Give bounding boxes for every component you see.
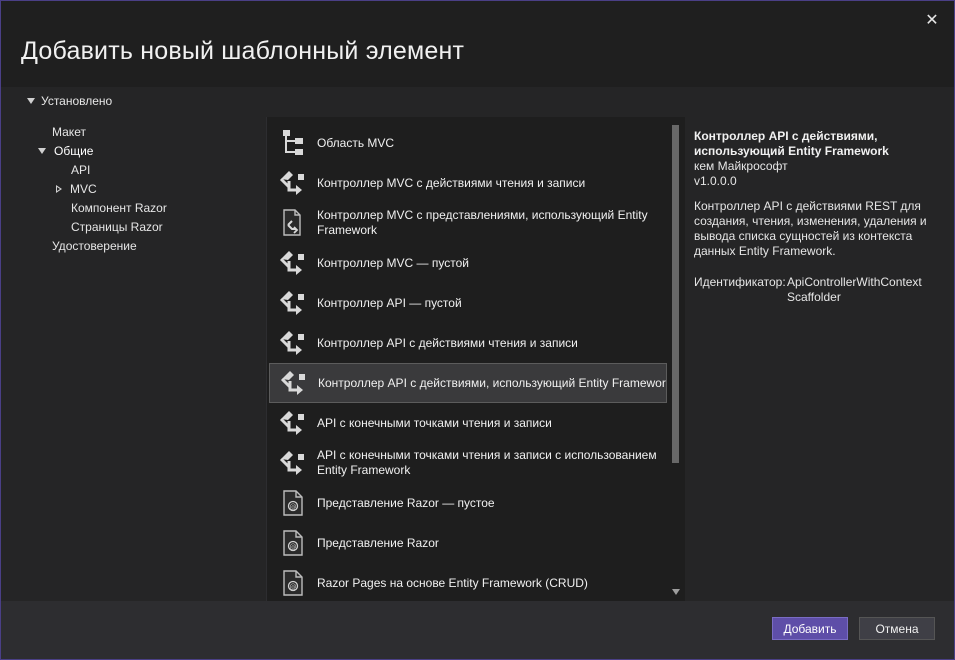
template-item[interactable]: Контроллер MVC с действиями чтения и зап… xyxy=(269,163,667,203)
controller-icon xyxy=(269,243,317,283)
controller-icon xyxy=(269,283,317,323)
template-item-label: Представление Razor — пустое xyxy=(317,495,495,510)
tree-item[interactable]: Общие xyxy=(38,142,93,160)
svg-text:@: @ xyxy=(290,503,297,511)
template-item-label: Контроллер API с действиями, использующи… xyxy=(318,375,666,390)
tree-item-label: Страницы Razor xyxy=(71,220,163,234)
template-list: Область MVC Контроллер MVC с действиями ч… xyxy=(266,117,685,601)
tree-item[interactable]: Макет xyxy=(52,123,86,141)
identifier-value: ApiControllerWithContext Scaffolder xyxy=(787,275,922,304)
template-item[interactable]: Область MVC xyxy=(269,123,667,163)
template-item-label: Контроллер MVC с представлениями, исполь… xyxy=(317,208,648,237)
template-item-label: Razor Pages на основе Entity Framework (… xyxy=(317,575,588,590)
details-description: Контроллер API с действиями REST для соз… xyxy=(694,199,927,258)
template-item-label: Область MVC xyxy=(317,135,395,150)
tree-item-label: Компонент Razor xyxy=(71,201,167,215)
tree-item[interactable]: MVC xyxy=(56,180,97,198)
controller-icon xyxy=(269,163,317,203)
template-item[interactable]: @ Представление Razor xyxy=(269,523,667,563)
template-item[interactable]: API с конечными точками чтения и записи … xyxy=(269,443,667,483)
controller-icon xyxy=(269,403,317,443)
folder-tree-icon xyxy=(269,123,317,163)
template-item-label: Представление Razor xyxy=(317,535,439,550)
dialog-footer: Добавить Отмена xyxy=(1,601,954,659)
template-item[interactable]: Контроллер MVC — пустой xyxy=(269,243,667,283)
template-details: Контроллер API с действиями, использующи… xyxy=(685,117,954,601)
tree-item-label: Общие xyxy=(54,144,94,158)
controller-icon xyxy=(269,443,317,483)
controller-icon xyxy=(270,363,318,403)
svg-text:@: @ xyxy=(290,543,297,551)
template-item[interactable]: Контроллер MVC с представлениями, исполь… xyxy=(269,203,667,243)
template-item[interactable]: @ Представление Razor — пустое xyxy=(269,483,667,523)
add-scaffold-dialog: ✕ Добавить новый шаблонный элемент Устан… xyxy=(0,0,955,660)
tree-item-label: API xyxy=(71,163,91,177)
tree-item[interactable]: Удостоверение xyxy=(52,237,137,255)
tree-item-label: Макет xyxy=(52,125,86,139)
tree-item[interactable]: Компонент Razor xyxy=(71,199,167,217)
identifier-label: Идентификатор: xyxy=(694,275,786,289)
tree-root-label: Установлено xyxy=(41,94,113,108)
tree-item[interactable]: Страницы Razor xyxy=(71,218,163,236)
details-author: кем Майкрософт xyxy=(694,159,788,173)
template-item-label: Контроллер MVC — пустой xyxy=(317,255,469,270)
expand-right-icon[interactable] xyxy=(56,185,62,193)
svg-text:@: @ xyxy=(290,583,297,591)
razor-file-icon: @ xyxy=(269,483,317,523)
details-identifier: Идентификатор: ApiControllerWithContext … xyxy=(694,275,946,305)
add-button[interactable]: Добавить xyxy=(772,617,848,640)
template-item[interactable]: API с конечными точками чтения и записи xyxy=(269,403,667,443)
tree-item-label: Удостоверение xyxy=(52,239,137,253)
installed-header xyxy=(1,87,954,117)
details-version: v1.0.0.0 xyxy=(694,174,737,188)
close-icon[interactable]: ✕ xyxy=(922,11,942,31)
template-item-label: Контроллер API — пустой xyxy=(317,295,462,310)
template-list-scrollbar[interactable] xyxy=(667,117,684,601)
template-item-label: Контроллер MVC с действиями чтения и зап… xyxy=(317,175,586,190)
details-title: Контроллер API с действиями, использующи… xyxy=(694,129,889,158)
template-item[interactable]: Контроллер API — пустой xyxy=(269,283,667,323)
controller-views-icon xyxy=(269,203,317,243)
expand-down-icon[interactable] xyxy=(38,148,46,154)
template-item[interactable]: Контроллер API с действиями чтения и зап… xyxy=(269,323,667,363)
razor-file-icon: @ xyxy=(269,523,317,563)
razor-file-icon: @ xyxy=(269,563,317,603)
controller-icon xyxy=(269,323,317,363)
category-tree: Макет Общие API MVC Компонент Razor Страницы … xyxy=(1,117,266,601)
tree-root-installed[interactable]: Установлено xyxy=(27,94,112,108)
scroll-thumb[interactable] xyxy=(672,125,679,463)
dialog-title: Добавить новый шаблонный элемент xyxy=(21,37,465,65)
cancel-button[interactable]: Отмена xyxy=(859,617,935,640)
template-item-label: Контроллер API с действиями чтения и зап… xyxy=(317,335,578,350)
template-item[interactable]: @ Razor Pages на основе Entity Framework … xyxy=(269,563,667,603)
scroll-down-icon[interactable] xyxy=(672,589,680,595)
tree-item[interactable]: API xyxy=(71,161,90,179)
expand-down-icon[interactable] xyxy=(27,98,35,104)
template-item[interactable]: Контроллер API с действиями, использующи… xyxy=(269,363,667,403)
tree-item-label: MVC xyxy=(70,182,97,196)
template-item-label: API с конечными точками чтения и записи … xyxy=(317,448,657,477)
template-item-label: API с конечными точками чтения и записи xyxy=(317,415,552,430)
